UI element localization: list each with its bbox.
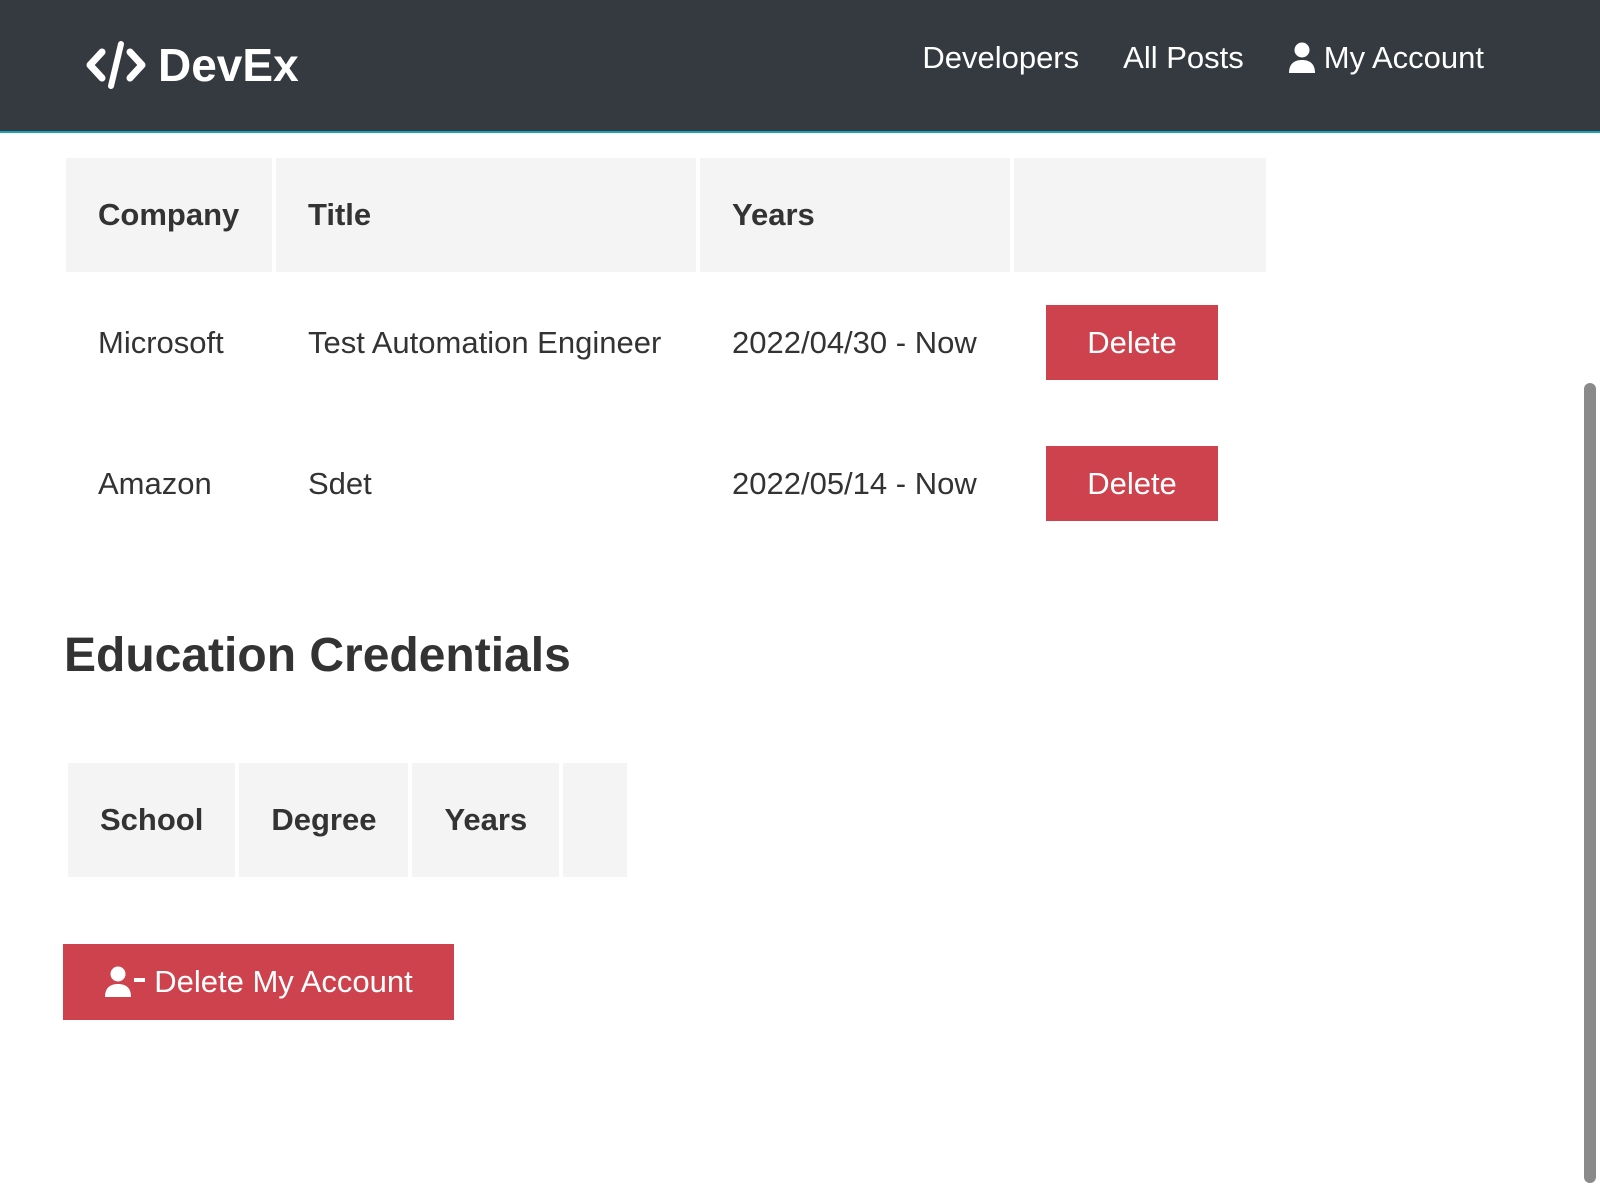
- years-cell: 2022/04/30 - Now: [732, 324, 977, 360]
- header-title: Title: [276, 158, 696, 272]
- header-years: Years: [700, 158, 1010, 272]
- nav-account-link[interactable]: My Account: [1288, 40, 1484, 76]
- user-minus-icon: [105, 966, 146, 997]
- delete-experience-button[interactable]: Delete: [1046, 305, 1218, 380]
- education-table: School Degree Years: [64, 763, 631, 877]
- title-cell: Sdet: [308, 465, 372, 501]
- nav-links: Developers All Posts My Account: [878, 40, 1484, 76]
- action-cell: Delete: [1014, 272, 1266, 413]
- experience-header-row: Company Title Years: [66, 158, 1266, 272]
- title-cell: Test Automation Engineer: [308, 324, 662, 360]
- header-action: [1014, 158, 1266, 272]
- brand-name: DevEx: [158, 39, 299, 91]
- nav-developers-link[interactable]: Developers: [922, 40, 1079, 76]
- header-school: School: [68, 763, 236, 877]
- header-edu-action: [563, 763, 628, 877]
- table-row: Amazon Sdet 2022/05/14 - Now Delete: [66, 413, 1266, 554]
- brand-link[interactable]: DevEx: [86, 36, 299, 94]
- header-company: Company: [66, 158, 272, 272]
- nav-account-label: My Account: [1323, 40, 1484, 75]
- header-edu-years: Years: [412, 763, 560, 877]
- company-cell: Microsoft: [98, 324, 224, 360]
- education-header-row: School Degree Years: [68, 763, 628, 877]
- user-icon: [1288, 42, 1315, 73]
- navbar: DevEx Developers All Posts My Account: [0, 0, 1600, 133]
- code-icon: [86, 41, 146, 89]
- experience-table: Company Title Years Microsoft Test Autom…: [62, 158, 1270, 554]
- delete-experience-button[interactable]: Delete: [1046, 446, 1218, 521]
- main-content: Company Title Years Microsoft Test Autom…: [64, 158, 1314, 554]
- education-heading: Education Credentials: [64, 629, 571, 682]
- table-row: Microsoft Test Automation Engineer 2022/…: [66, 272, 1266, 413]
- nav-posts-link[interactable]: All Posts: [1123, 40, 1244, 76]
- action-cell: Delete: [1014, 413, 1266, 554]
- delete-account-button[interactable]: Delete My Account: [63, 944, 454, 1020]
- company-cell: Amazon: [98, 465, 212, 501]
- scrollbar-thumb[interactable]: [1584, 383, 1596, 1183]
- years-cell: 2022/05/14 - Now: [732, 465, 977, 501]
- delete-account-label: Delete My Account: [154, 964, 413, 999]
- header-degree: Degree: [239, 763, 409, 877]
